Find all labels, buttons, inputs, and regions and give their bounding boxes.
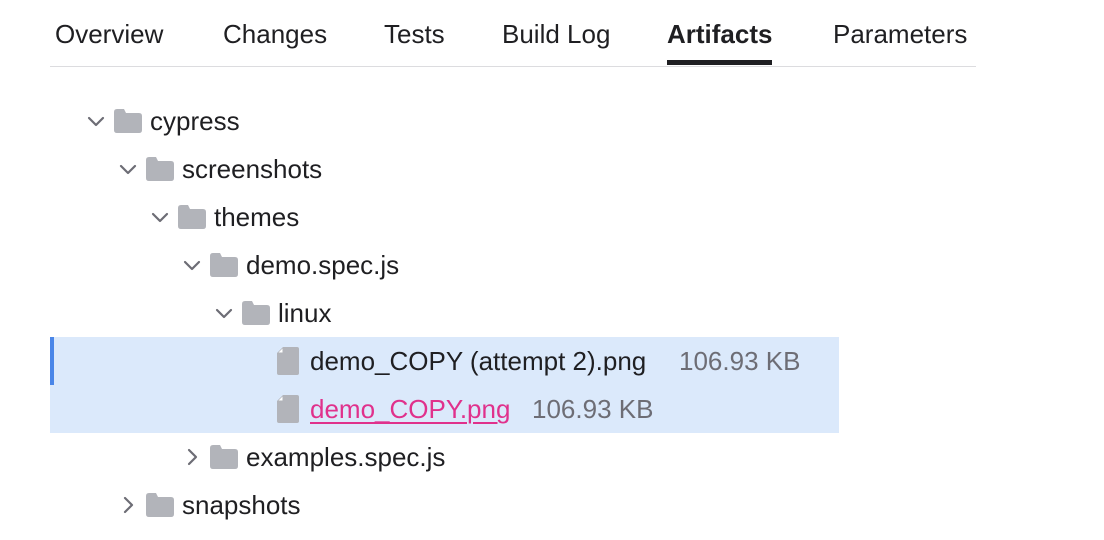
file-size: 106.93 KB [679, 346, 801, 376]
tree-row-cypress[interactable]: cypress [50, 97, 839, 145]
tree-row-screenshots[interactable]: screenshots [50, 145, 839, 193]
chevron-down-icon[interactable] [180, 253, 204, 277]
folder-icon [146, 157, 174, 181]
tree-item-label: linux [278, 298, 332, 328]
chevron-down-icon[interactable] [148, 205, 172, 229]
chevron-right-icon[interactable] [180, 445, 204, 469]
chevron-down-icon[interactable] [84, 109, 108, 133]
tree-item-label: examples.spec.js [246, 442, 446, 472]
folder-icon [146, 493, 174, 517]
artifact-link[interactable]: demo_COPY.png [310, 391, 510, 427]
file-icon [277, 395, 299, 423]
folder-icon [242, 301, 270, 325]
tree-row-file-attempt-2[interactable]: demo_COPY (attempt 2).png 106.93 KB [50, 337, 839, 385]
folder-icon [210, 445, 238, 469]
tree-row-snapshots[interactable]: snapshots [50, 481, 839, 529]
file-size: 106.93 KB [532, 394, 654, 424]
tree-item-label: screenshots [182, 154, 323, 184]
tree-row-demo-spec[interactable]: demo.spec.js [50, 241, 839, 289]
tree-item-label: themes [214, 202, 300, 232]
file-icon [277, 347, 299, 375]
tree-row-examples-spec[interactable]: examples.spec.js [50, 433, 839, 481]
tree-item-label: demo.spec.js [246, 250, 400, 280]
tree-item-label: cypress [150, 106, 240, 136]
artifacts-tree: cypress screenshots themes demo.spec.js [0, 0, 1104, 540]
folder-icon [178, 205, 206, 229]
tree-row-themes[interactable]: themes [50, 193, 839, 241]
folder-icon [210, 253, 238, 277]
chevron-down-icon[interactable] [116, 157, 140, 181]
artifact-link[interactable]: demo_COPY (attempt 2).png [310, 343, 646, 379]
tree-row-linux[interactable]: linux [50, 289, 839, 337]
tree-item-label: snapshots [182, 490, 301, 520]
folder-icon [114, 109, 142, 133]
chevron-right-icon[interactable] [116, 493, 140, 517]
chevron-down-icon[interactable] [212, 301, 236, 325]
tree-row-file-demo-copy[interactable]: demo_COPY.png 106.93 KB [50, 385, 839, 433]
